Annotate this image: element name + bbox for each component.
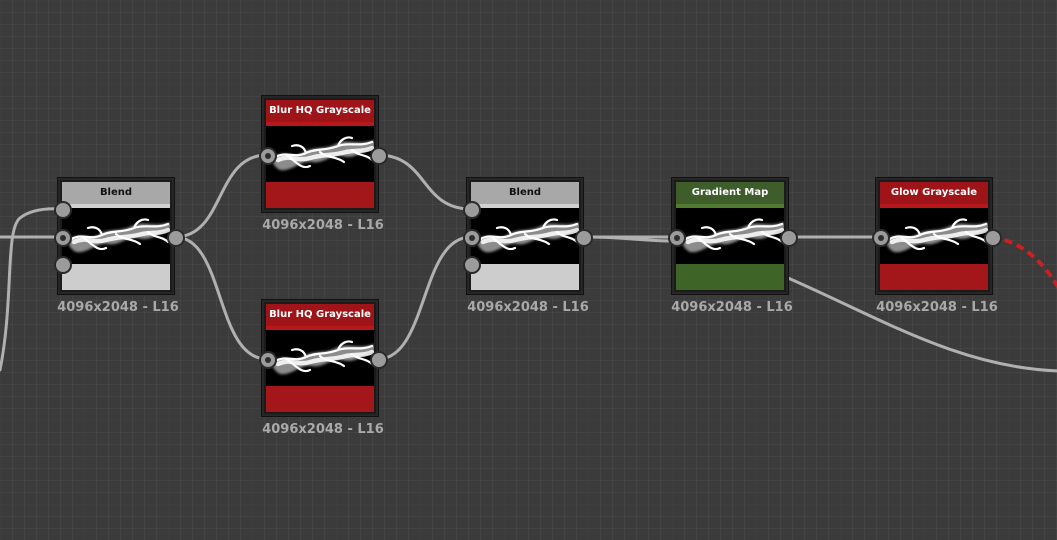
input-port-foreground[interactable] (463, 229, 481, 247)
node-resolution-label: 4096x2048 - L16 (876, 300, 998, 315)
node-resolution-label: 4096x2048 - L16 (262, 218, 384, 233)
input-port-foreground[interactable] (54, 229, 72, 247)
wire-glow-invalid[interactable] (991, 235, 1057, 290)
node-title: Blur HQ Grayscale (266, 100, 374, 122)
node-blur-hq-grayscale-bottom[interactable]: Blur HQ Grayscale (262, 300, 378, 416)
node-blend-1[interactable]: Blend (58, 178, 174, 294)
input-port-opacity[interactable] (54, 256, 72, 274)
node-resolution-label: 4096x2048 - L16 (467, 300, 589, 315)
node-thumbnail (471, 208, 579, 264)
node-resolution-label: 4096x2048 - L16 (262, 422, 384, 437)
output-port[interactable] (780, 229, 798, 247)
node-resolution-label: 4096x2048 - L16 (57, 300, 179, 315)
input-port[interactable] (668, 229, 686, 247)
node-thumbnail (62, 208, 170, 264)
node-thumbnail (266, 126, 374, 182)
input-port[interactable] (259, 351, 277, 369)
node-resolution-label: 4096x2048 - L16 (671, 300, 793, 315)
node-footer (62, 264, 170, 290)
input-port-opacity[interactable] (463, 256, 481, 274)
wire-blur-bottom-to-blend2[interactable] (376, 235, 473, 361)
node-blur-hq-grayscale-top[interactable]: Blur HQ Grayscale (262, 96, 378, 212)
node-title: Blend (471, 182, 579, 204)
node-title: Glow Grayscale (880, 182, 988, 204)
node-title: Gradient Map (676, 182, 784, 204)
node-thumbnail (880, 208, 988, 264)
input-port[interactable] (259, 147, 277, 165)
node-title: Blend (62, 182, 170, 204)
node-footer (676, 264, 784, 290)
output-port[interactable] (575, 229, 593, 247)
input-port-background[interactable] (54, 201, 72, 219)
wire-blend1-to-blur-bottom[interactable] (173, 235, 269, 361)
node-footer (880, 264, 988, 290)
node-title: Blur HQ Grayscale (266, 304, 374, 326)
input-port[interactable] (872, 229, 890, 247)
node-footer (471, 264, 579, 290)
input-port-background[interactable] (463, 201, 481, 219)
output-port[interactable] (370, 147, 388, 165)
output-port[interactable] (370, 351, 388, 369)
node-footer (266, 386, 374, 412)
node-gradient-map[interactable]: Gradient Map (672, 178, 788, 294)
node-glow-grayscale[interactable]: Glow Grayscale (876, 178, 992, 294)
node-thumbnail (266, 330, 374, 386)
output-port[interactable] (984, 229, 1002, 247)
node-footer (266, 182, 374, 208)
node-thumbnail (676, 208, 784, 264)
node-blend-2[interactable]: Blend (467, 178, 583, 294)
output-port[interactable] (167, 229, 185, 247)
wire-incoming-lower[interactable] (0, 207, 64, 372)
wire-blur-top-to-blend2[interactable] (376, 153, 473, 211)
